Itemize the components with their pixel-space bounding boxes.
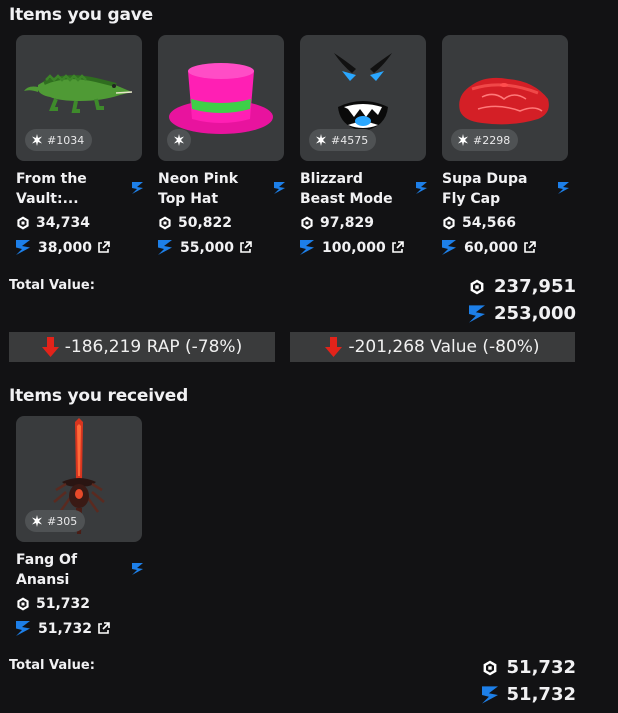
gave-item-card[interactable]: #1034 From the Vault:... 34,734 38,000 [16, 35, 143, 259]
down-arrow-icon [325, 337, 343, 357]
limited-star-icon [32, 515, 42, 527]
external-link-icon[interactable] [97, 622, 110, 635]
value-icon [416, 182, 427, 194]
received-section-title: Items you received [9, 386, 189, 406]
received-item-card[interactable]: #305 Fang Of Anansi 51,732 51,732 [16, 416, 143, 640]
robux-icon [17, 597, 29, 610]
gave-item-card[interactable]: #2298 Supa Dupa Fly Cap 54,566 60,000 [442, 35, 569, 259]
gave-total-rap-value: 237,951 [494, 276, 576, 297]
value-amount: 51,732 [38, 620, 93, 637]
received-total-rap: 51,732 [482, 657, 576, 678]
value-difference-bar: -201,268 Value (-80%) [290, 332, 575, 362]
rap-value: 34,734 [36, 214, 91, 231]
value-icon [16, 621, 30, 636]
robux-icon [159, 216, 171, 229]
down-arrow-icon [41, 337, 59, 357]
item-thumbnail[interactable]: #2298 [442, 35, 568, 161]
rap-difference-bar: -186,219 RAP (-78%) [9, 332, 275, 362]
gave-total-rap: 237,951 [469, 276, 576, 297]
received-total-rap-value: 51,732 [506, 657, 576, 678]
value-icon [158, 240, 172, 255]
received-total-value-amount: 51,732 [506, 684, 576, 705]
rap-value: 50,822 [178, 214, 233, 231]
robux-icon [443, 216, 455, 229]
value-icon [132, 182, 143, 194]
rap-row: 97,829 [300, 211, 427, 234]
external-link-icon[interactable] [97, 241, 110, 254]
rap-row: 50,822 [158, 211, 285, 234]
rap-row: 34,734 [16, 211, 143, 234]
rap-row: 54,566 [442, 211, 569, 234]
rap-value: 97,829 [320, 214, 375, 231]
value-icon [274, 182, 285, 194]
rap-value: 51,732 [36, 595, 91, 612]
item-name[interactable]: Neon Pink Top Hat [158, 169, 266, 209]
item-thumbnail[interactable] [158, 35, 284, 161]
value-row: 100,000 [300, 236, 427, 259]
gave-item-card[interactable]: #4575 Blizzard Beast Mode 97,829 100,000 [300, 35, 427, 259]
serial-badge: #305 [25, 510, 86, 532]
serial-badge: #4575 [309, 129, 377, 151]
limited-star-icon [32, 134, 42, 146]
item-thumbnail[interactable]: #4575 [300, 35, 426, 161]
gave-section-title: Items you gave [9, 5, 153, 25]
limited-star-icon [458, 134, 468, 146]
external-link-icon[interactable] [523, 241, 536, 254]
limited-star-icon [174, 134, 184, 146]
serial-number: #4575 [331, 133, 369, 147]
value-icon [469, 304, 486, 323]
value-amount: 38,000 [38, 239, 93, 256]
external-link-icon[interactable] [239, 241, 252, 254]
item-thumbnail[interactable]: #305 [16, 416, 142, 542]
value-icon [300, 240, 314, 255]
serial-badge [167, 129, 191, 151]
value-row: 55,000 [158, 236, 285, 259]
rap-value: 54,566 [462, 214, 517, 231]
value-icon [481, 685, 498, 704]
limited-star-icon [316, 134, 326, 146]
value-difference-text: -201,268 Value (-80%) [348, 337, 540, 357]
serial-badge: #1034 [25, 129, 93, 151]
gave-total-value-amount: 253,000 [494, 303, 576, 324]
value-row: 51,732 [16, 617, 143, 640]
item-thumbnail[interactable]: #1034 [16, 35, 142, 161]
item-name[interactable]: Fang Of Anansi [16, 550, 124, 590]
value-amount: 100,000 [322, 239, 386, 256]
received-total-label: Total Value: [9, 658, 95, 673]
external-link-icon[interactable] [391, 241, 404, 254]
value-icon [442, 240, 456, 255]
item-name[interactable]: From the Vault:... [16, 169, 124, 209]
value-amount: 60,000 [464, 239, 519, 256]
gave-total-label: Total Value: [9, 278, 95, 293]
robux-icon [483, 660, 496, 675]
value-icon [558, 182, 569, 194]
rap-difference-text: -186,219 RAP (-78%) [64, 337, 243, 357]
robux-icon [17, 216, 29, 229]
item-name[interactable]: Supa Dupa Fly Cap [442, 169, 550, 209]
received-total-value: 51,732 [481, 684, 576, 705]
serial-number: #2298 [473, 133, 511, 147]
item-name[interactable]: Blizzard Beast Mode [300, 169, 408, 209]
value-icon [16, 240, 30, 255]
serial-number: #305 [47, 514, 78, 528]
rap-row: 51,732 [16, 592, 143, 615]
value-row: 38,000 [16, 236, 143, 259]
robux-icon [470, 279, 484, 294]
robux-icon [301, 216, 313, 229]
gave-item-card[interactable]: Neon Pink Top Hat 50,822 55,000 [158, 35, 285, 259]
value-amount: 55,000 [180, 239, 235, 256]
gave-total-value: 253,000 [469, 303, 576, 324]
serial-number: #1034 [47, 133, 85, 147]
value-icon [132, 563, 143, 575]
value-row: 60,000 [442, 236, 569, 259]
serial-badge: #2298 [451, 129, 519, 151]
